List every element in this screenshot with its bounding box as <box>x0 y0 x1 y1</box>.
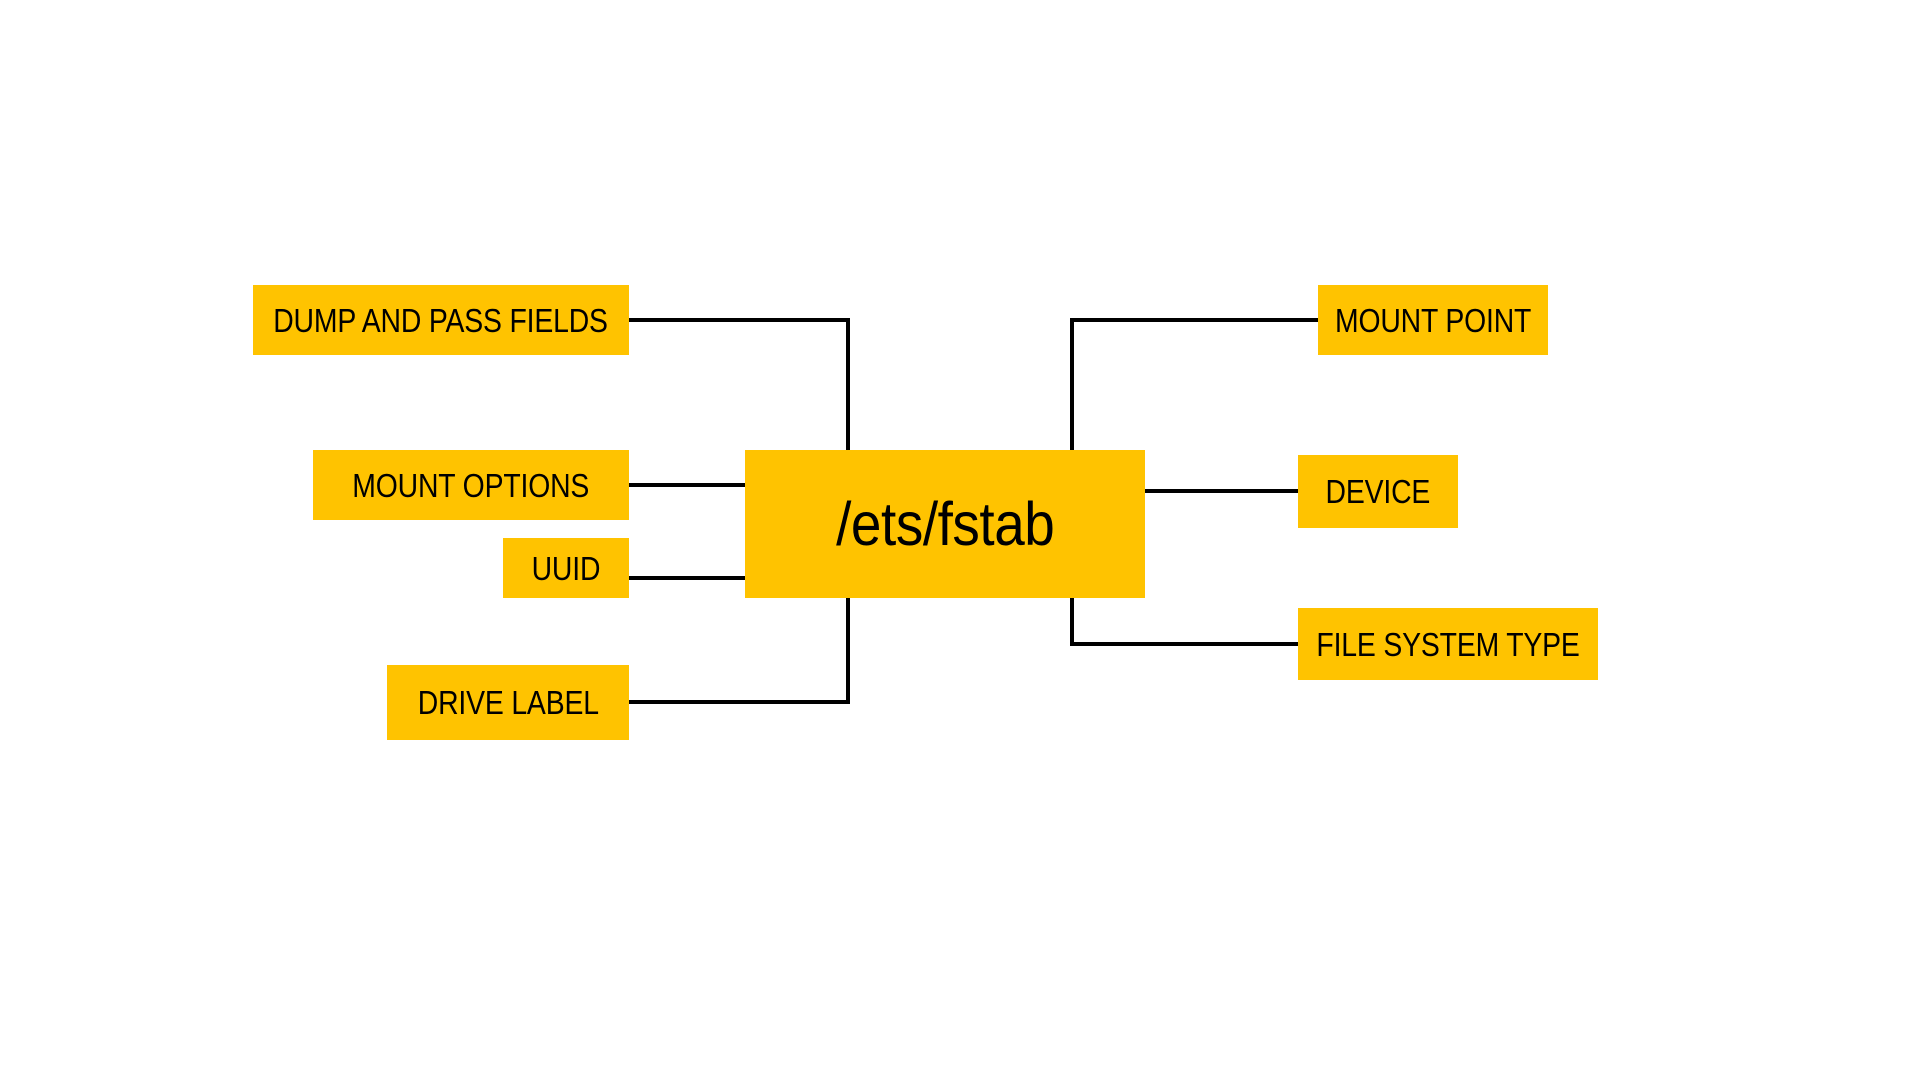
connector-file-system-type <box>1070 596 1298 646</box>
connector-mount-point <box>1070 318 1318 452</box>
node-fstab-central[interactable]: /ets/fstab <box>745 450 1145 598</box>
diagram-canvas: DUMP AND PASS FIELDS MOUNT OPTIONS UUID … <box>0 0 1920 1080</box>
node-label-device: DEVICE <box>1325 473 1431 510</box>
node-file-system-type[interactable]: FILE SYSTEM TYPE <box>1298 608 1598 680</box>
connector-drive-label <box>629 596 850 704</box>
node-uuid[interactable]: UUID <box>503 538 629 598</box>
node-label-file-system-type: FILE SYSTEM TYPE <box>1316 625 1580 663</box>
node-label-dump-and-pass-fields: DUMP AND PASS FIELDS <box>273 301 609 339</box>
node-label-uuid: UUID <box>531 549 601 587</box>
node-label-fstab-central: /ets/fstab <box>835 489 1055 558</box>
node-label-drive-label: DRIVE LABEL <box>417 684 599 721</box>
node-label-mount-options: MOUNT OPTIONS <box>352 466 590 504</box>
node-device[interactable]: DEVICE <box>1298 455 1458 528</box>
node-drive-label[interactable]: DRIVE LABEL <box>387 665 629 740</box>
node-label-mount-point: MOUNT POINT <box>1334 301 1532 339</box>
connector-dump-and-pass-fields <box>629 318 850 452</box>
node-mount-options[interactable]: MOUNT OPTIONS <box>313 450 629 520</box>
node-dump-and-pass-fields[interactable]: DUMP AND PASS FIELDS <box>253 285 629 355</box>
node-mount-point[interactable]: MOUNT POINT <box>1318 285 1548 355</box>
